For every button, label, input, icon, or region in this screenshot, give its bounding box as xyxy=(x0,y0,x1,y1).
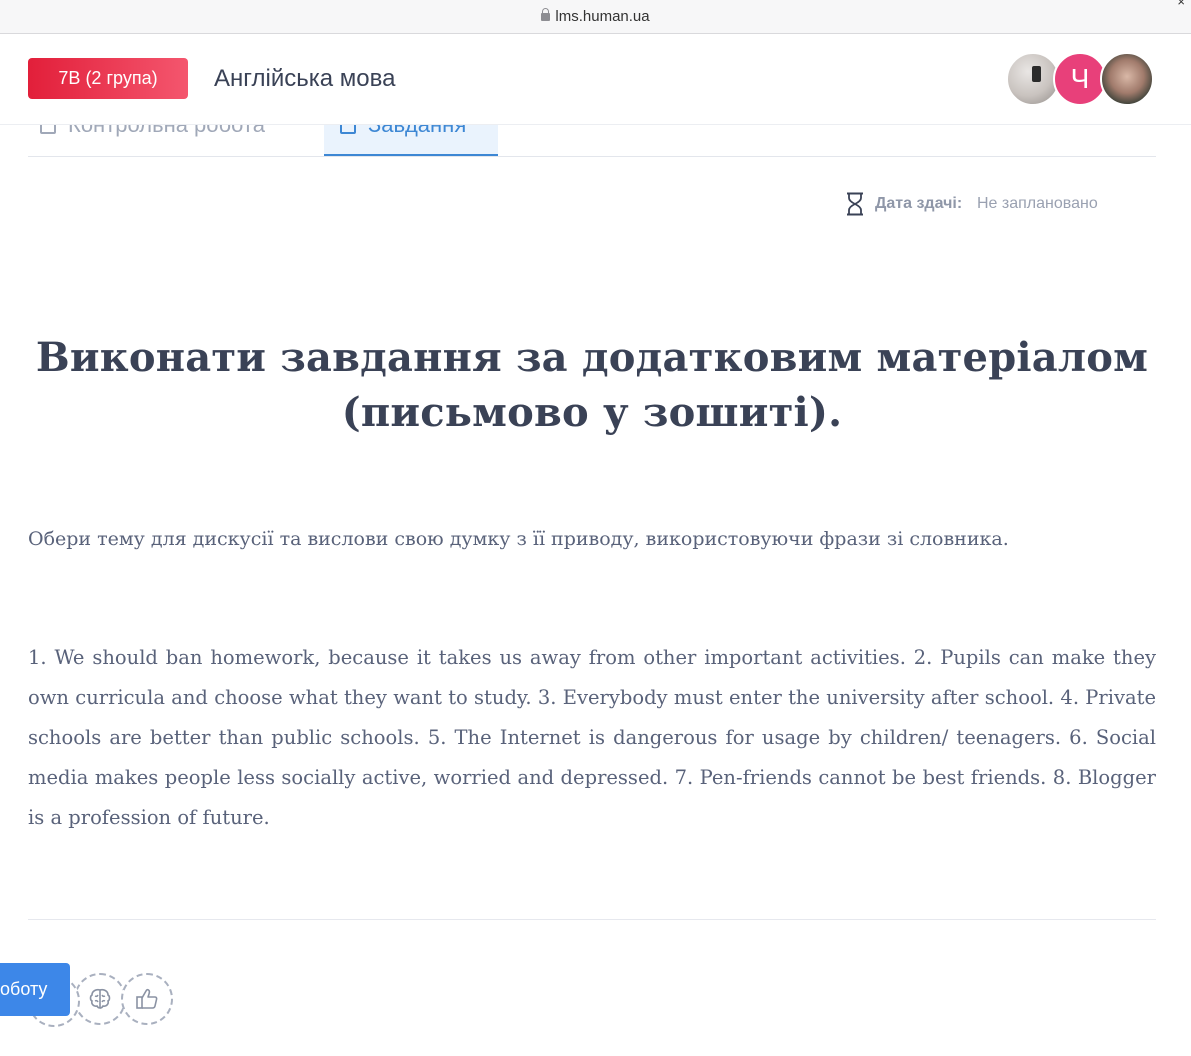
avatar[interactable] xyxy=(1006,52,1060,106)
app-header: 7В (2 група) Англійська мова Ч xyxy=(0,34,1191,125)
clipboard-icon xyxy=(340,125,356,134)
tab-label: Завдання xyxy=(368,125,466,137)
task-title: Виконати завдання за додатковим матеріал… xyxy=(35,334,1149,436)
divider xyxy=(28,919,1156,920)
subject-title: Англійська мова xyxy=(214,65,396,92)
brain-button[interactable] xyxy=(74,973,126,1025)
close-icon[interactable]: × xyxy=(1177,0,1185,9)
group-badge[interactable]: 7В (2 група) xyxy=(28,58,188,99)
task-tabs: Контрольна робота Завдання xyxy=(28,125,1156,157)
tab-label: Контрольна робота xyxy=(68,125,265,137)
hourglass-icon xyxy=(847,192,863,216)
brain-icon xyxy=(89,988,111,1009)
url-text: lms.human.ua xyxy=(555,8,650,25)
tab-control-work[interactable]: Контрольна робота xyxy=(40,125,265,156)
avatar-group[interactable]: Ч xyxy=(1006,52,1156,106)
due-date-label: Дата здачі: xyxy=(875,195,963,212)
thumbs-up-icon xyxy=(136,988,158,1009)
browser-address-bar[interactable]: lms.human.ua × xyxy=(0,0,1191,34)
lock-icon xyxy=(541,8,551,21)
avatar[interactable] xyxy=(1100,52,1154,106)
task-intro: Обери тему для дискусії та вислови свою … xyxy=(28,528,1009,550)
document-icon xyxy=(40,125,56,134)
url-display[interactable]: lms.human.ua xyxy=(0,8,1191,25)
avatar[interactable]: Ч xyxy=(1053,52,1107,106)
due-date-value: Не заплановано xyxy=(977,195,1098,212)
task-body: 1. We should ban homework, because it ta… xyxy=(28,646,1156,829)
tab-tasks[interactable]: Завдання xyxy=(324,125,498,156)
phone-shape xyxy=(1032,66,1041,82)
like-button[interactable] xyxy=(121,973,173,1025)
submit-work-button[interactable]: роботу xyxy=(0,963,70,1016)
